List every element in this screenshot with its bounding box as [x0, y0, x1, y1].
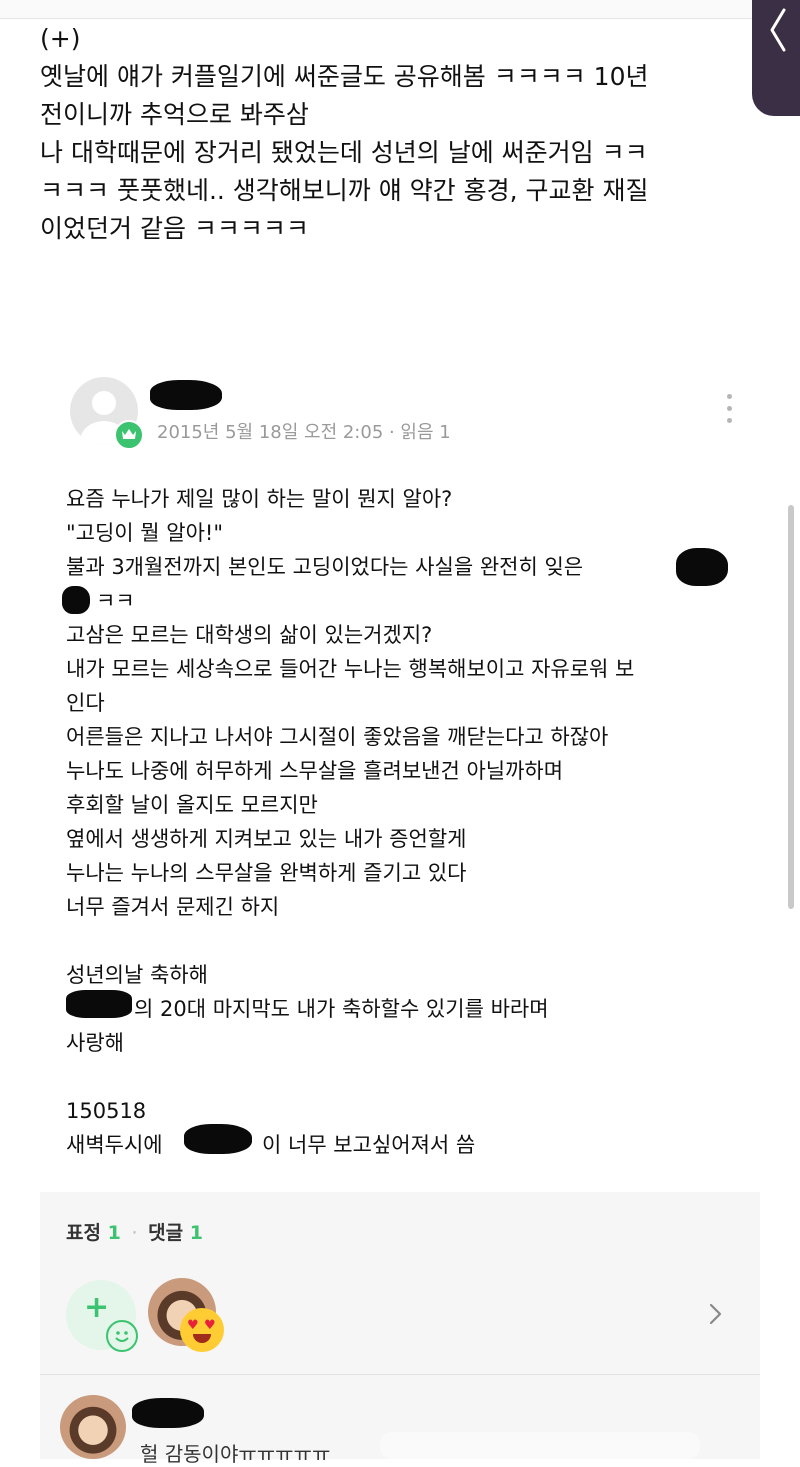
post-line: 내가 모르는 세상속으로 들어간 누나는 행복해보이고 자유로워 보	[66, 657, 635, 681]
emotion-label: 표정	[66, 1222, 101, 1244]
post-meta: 2015년 5월 18일 오전 2:05 · 읽음 1	[157, 422, 451, 443]
post-line	[66, 924, 634, 958]
intro-text: (+) 옛날에 얘가 커플일기에 써준글도 공유해봄 ㅋㅋㅋㅋ 10년 전이니까…	[40, 20, 760, 248]
redacted-author-name	[150, 380, 222, 410]
post-line: 불과 3개월전까지 본인도 고딩이었다는 사실을 완전히 잊은	[66, 555, 584, 579]
comment-label: 댓글	[148, 1222, 184, 1244]
redacted-name	[184, 1124, 252, 1154]
post-line: 인다	[66, 691, 105, 715]
post-line: 고삼은 모르는 대학생의 삶이 있는거겠지?	[66, 623, 433, 647]
plus-icon: +	[84, 1290, 110, 1325]
more-options-icon[interactable]	[722, 394, 736, 428]
redacted-commenter-name	[132, 1398, 204, 1428]
top-bar	[0, 0, 752, 19]
intro-line: 이었던거 같음 ㅋㅋㅋㅋㅋ	[40, 214, 309, 243]
comment-text: 헐 감동이야ㅠㅠㅠㅠㅠ	[140, 1442, 331, 1466]
separator: ·	[131, 1222, 138, 1244]
post-line	[66, 1060, 634, 1094]
divider	[40, 1374, 760, 1375]
reaction-counts: 표정 1 · 댓글 1	[66, 1218, 203, 1245]
avatar-head-shape	[92, 391, 116, 415]
post-line: 후회할 날이 올지도 모르지만	[66, 793, 318, 817]
heart-eyes-emoji-icon: ♥ ♥	[180, 1308, 224, 1352]
add-reaction-button[interactable]: +	[66, 1280, 138, 1352]
post-line: 어른들은 지나고 나서야 그시절이 좋았음을 깨닫는다고 하잖아	[66, 725, 609, 749]
redacted-name	[676, 548, 728, 586]
post-line: 누나도 나중에 허무하게 스무살을 흘려보낸건 아닐까하며	[66, 759, 564, 783]
post-line: 사랑해	[66, 1031, 124, 1055]
chevron-right-icon[interactable]	[706, 1302, 724, 1326]
emotion-count: 1	[107, 1222, 121, 1244]
post-line: 새벽두시에	[66, 1133, 163, 1157]
post-line: 요즘 누나가 제일 많이 하는 말이 뭔지 알아?	[66, 487, 453, 511]
comment-blur	[380, 1432, 700, 1459]
post-line: 누나는 누나의 스무살을 완벽하게 즐기고 있다	[66, 861, 467, 885]
post-line: ㅋㅋ	[96, 589, 135, 613]
post-line: 성년의날 축하해	[66, 963, 208, 987]
scrollbar[interactable]	[788, 505, 794, 909]
post-line: 의 20대 마지막도 내가 축하할수 있기를 바라며	[134, 997, 549, 1021]
commenter-avatar[interactable]	[60, 1395, 126, 1459]
crown-badge-icon	[114, 420, 144, 450]
smile-icon	[106, 1320, 138, 1352]
intro-line: 옛날에 얘가 커플일기에 써준글도 공유해봄 ㅋㅋㅋㅋ 10년	[40, 62, 649, 91]
intro-line: (+)	[40, 24, 81, 53]
intro-line: ㅋㅋㅋ 풋풋했네.. 생각해보니까 얘 약간 홍경, 구교환 재질	[40, 176, 649, 205]
intro-line: 전이니까 추억으로 봐주삼	[40, 100, 309, 129]
post-body: 요즘 누나가 제일 많이 하는 말이 뭔지 알아? "고딩이 뭘 알아!" 불과…	[66, 482, 634, 1162]
redacted-name	[62, 586, 90, 614]
post-line: 이 너무 보고싶어져서 씀	[262, 1133, 476, 1157]
post-line: 옆에서 생생하게 지켜보고 있는 내가 증언할게	[66, 827, 467, 851]
post-line: 150518	[66, 1099, 147, 1123]
post-line: "고딩이 뭘 알아!"	[66, 521, 224, 545]
comment-count: 1	[189, 1222, 203, 1244]
post-line: 너무 즐겨서 문제긴 하지	[66, 895, 280, 919]
chevron-left-icon	[770, 8, 786, 52]
intro-line: 나 대학때문에 장거리 됐었는데 성년의 날에 써준거임 ㅋㅋ	[40, 138, 648, 167]
redacted-name	[66, 990, 132, 1018]
